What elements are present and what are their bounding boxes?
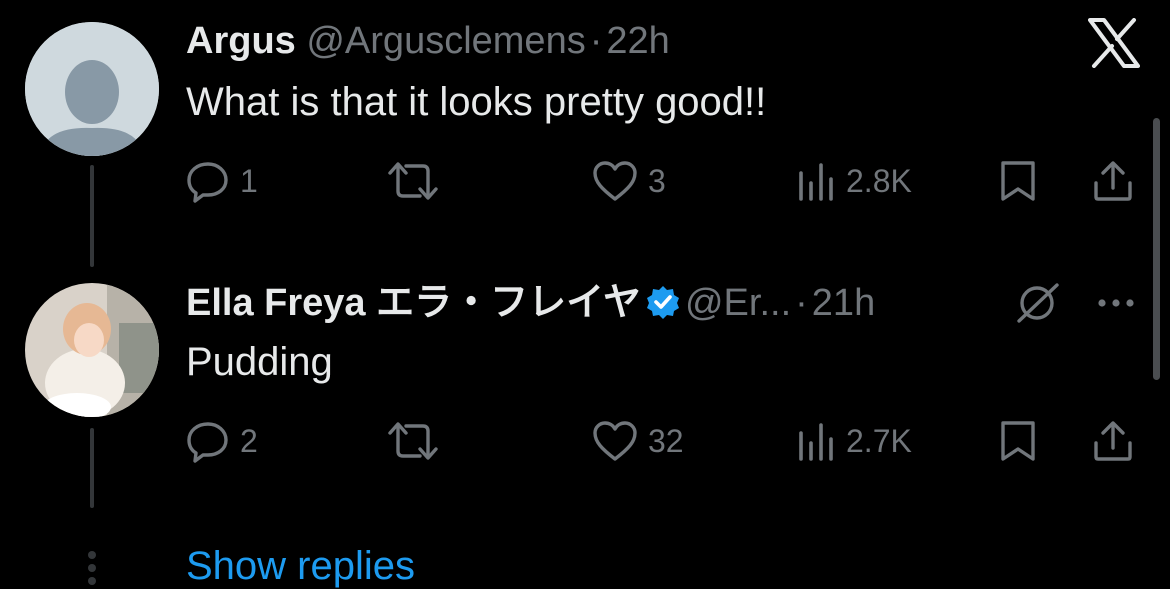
timestamp[interactable]: 21h [812,282,875,324]
heart-icon [593,421,637,461]
views-count: 2.7K [846,422,912,459]
author-handle[interactable]: @Er... [685,282,791,324]
views-icon [799,423,833,461]
bookmark-icon [1001,421,1035,461]
reply-icon [187,162,228,203]
bookmark-button[interactable] [999,419,1037,463]
views-button[interactable]: 2.7K [796,419,912,463]
reply-button[interactable]: 1 [186,159,258,203]
grok-icon[interactable] [1013,281,1061,325]
separator: · [795,282,808,324]
like-count: 32 [648,422,684,459]
reply-button[interactable]: 2 [186,419,258,463]
scrollbar[interactable] [1153,118,1160,380]
timestamp[interactable]: 22h [606,20,669,62]
reply-count: 1 [240,162,258,199]
views-icon [799,163,833,201]
avatar-photo[interactable] [25,283,159,417]
share-button[interactable] [1091,419,1135,463]
thread-dot [88,551,96,559]
more-options-icon[interactable] [1094,291,1138,315]
views-button[interactable]: 2.8K [796,159,912,203]
bookmark-button[interactable] [999,159,1037,203]
like-button[interactable]: 32 [592,419,684,463]
thread-line [90,428,94,508]
like-button[interactable]: 3 [592,159,666,203]
share-button[interactable] [1091,159,1135,203]
separator: · [589,20,603,62]
retweet-icon [388,422,438,460]
reply-icon [187,422,228,463]
avatar-default[interactable] [25,22,159,156]
author-handle[interactable]: @Argusclemens [306,20,585,62]
close-x-icon[interactable] [1088,18,1140,68]
views-count: 2.8K [846,162,912,199]
bookmark-icon [1001,161,1035,201]
author-name[interactable]: Ella Freya エラ・フレイヤ [186,282,641,324]
like-count: 3 [648,162,666,199]
retweet-icon [388,162,438,200]
retweet-button[interactable] [386,159,440,203]
retweet-button[interactable] [386,419,440,463]
reply-count: 2 [240,422,258,459]
thread-dot [88,577,96,585]
tweet-text: Pudding [186,340,333,384]
tweet-header: Ella Freya エラ・フレイヤ @Er... · 21h [186,281,875,326]
tweet-text: What is that it looks pretty good!! [186,80,767,124]
tweet-header: Argus @Argusclemens · 22h [186,19,670,63]
author-name[interactable]: Argus [186,20,296,62]
verified-badge-icon [646,285,679,319]
thread-dot [88,564,96,572]
heart-icon [593,161,637,201]
share-icon [1094,161,1132,201]
share-icon [1094,421,1132,461]
thread-line [90,165,94,267]
show-replies-link[interactable]: Show replies [186,544,415,589]
